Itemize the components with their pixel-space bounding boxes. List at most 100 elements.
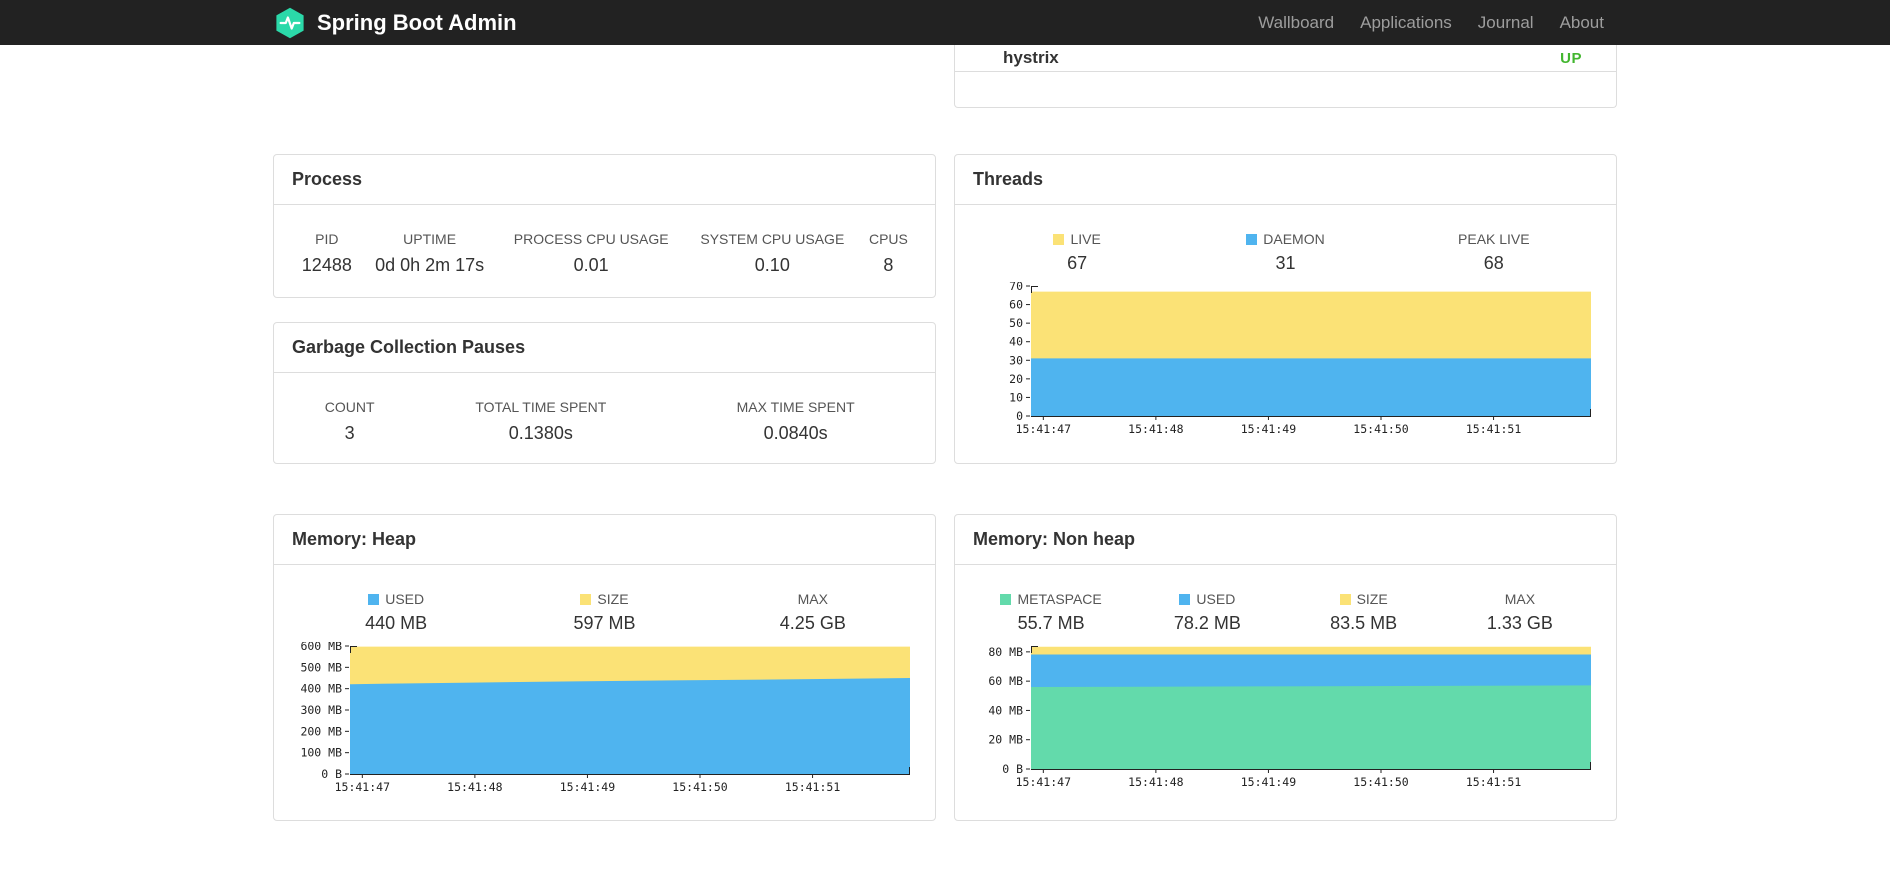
svg-text:15:41:51: 15:41:51 <box>1466 422 1521 436</box>
svg-text:20 MB: 20 MB <box>988 733 1023 747</box>
legend-item: SIZE 83.5 MB <box>1286 591 1442 634</box>
legend-item-header: PEAK LIVE <box>1390 231 1598 247</box>
navbar-container: Spring Boot Admin Wallboard Applications J… <box>258 0 1632 45</box>
health-row-hystrix: hystrix UP <box>955 45 1616 72</box>
metrics-row-right-column: Threads LIVE 67 DAEMON 31 PEAK LIVE 68 70 60 50… <box>954 154 1617 464</box>
legend-value: 83.5 MB <box>1330 613 1398 633</box>
metric-value: 0.10 <box>754 255 790 275</box>
svg-text:15:41:47: 15:41:47 <box>1016 775 1071 789</box>
memory-heap-panel: Memory: Heap USED 440 MB SIZE 597 MB MAX 4.25… <box>273 514 936 821</box>
memory-nonheap-chart: 80 MB 60 MB 40 MB 20 MB 0 B 15:41:47 15:41:48 1… <box>973 642 1598 795</box>
legend-label: MAX <box>797 591 828 607</box>
blue-swatch-icon <box>368 593 380 605</box>
legend-value: 55.7 MB <box>1017 613 1085 633</box>
legend-label: USED <box>1196 591 1236 607</box>
svg-text:30: 30 <box>1009 353 1023 367</box>
legend-item-header: USED <box>292 591 500 607</box>
metric-label: COUNT <box>324 399 375 415</box>
svg-text:80 MB: 80 MB <box>988 645 1023 659</box>
spring-boot-admin-logo-icon <box>276 7 304 38</box>
metrics-table: PID UPTIME PROCESS CPU USAGE SYSTEM CPU USA… <box>292 219 917 278</box>
legend-item-header: DAEMON <box>1181 231 1389 247</box>
legend-value: 78.2 MB <box>1173 613 1241 633</box>
metrics-row-left-column: Process PID UPTIME PROCESS CPU USAGE SYSTEM… <box>273 154 936 464</box>
blue-swatch-icon <box>1246 233 1258 245</box>
svg-text:15:41:48: 15:41:48 <box>1128 775 1183 789</box>
svg-text:60: 60 <box>1009 298 1023 312</box>
svg-text:15:41:47: 15:41:47 <box>1016 422 1071 436</box>
legend-value: 440 MB <box>365 613 428 633</box>
memory-nonheap-panel: Memory: Non heap METASPACE 55.7 MB USED 78.… <box>954 514 1617 821</box>
svg-text:40 MB: 40 MB <box>988 703 1023 717</box>
memory-row-right-column: Memory: Non heap METASPACE 55.7 MB USED 78.… <box>954 514 1617 821</box>
svg-text:40: 40 <box>1009 335 1023 349</box>
metric-label: SYSTEM CPU USAGE <box>700 231 845 247</box>
brand-link[interactable]: Spring Boot Admin <box>273 6 517 40</box>
legend-item-header: LIVE <box>973 231 1181 247</box>
legend-label: SIZE <box>1356 591 1388 607</box>
yellow-swatch-icon <box>580 593 592 605</box>
top-row: hystrix UP <box>273 45 1617 108</box>
metric-value: 0.0840s <box>763 423 828 443</box>
legend-label: METASPACE <box>1017 591 1102 607</box>
svg-text:15:41:48: 15:41:48 <box>447 780 502 794</box>
memory-heap-legend: USED 440 MB SIZE 597 MB MAX 4.25 GB <box>292 579 917 634</box>
svg-text:300 MB: 300 MB <box>300 703 342 717</box>
svg-text:15:41:48: 15:41:48 <box>1128 422 1183 436</box>
memory-row: Memory: Heap USED 440 MB SIZE 597 MB MAX 4.25… <box>273 514 1617 821</box>
health-indicator-name: hystrix <box>1003 48 1059 67</box>
metrics-row: Process PID UPTIME PROCESS CPU USAGE SYSTEM… <box>273 154 1617 464</box>
blue-swatch-icon <box>1179 593 1191 605</box>
legend-value: 31 <box>1275 253 1296 273</box>
svg-text:0 B: 0 B <box>1002 762 1023 776</box>
svg-text:50: 50 <box>1009 316 1023 330</box>
legend-item-header: METASPACE <box>973 591 1129 607</box>
gc-pauses-panel-title: Garbage Collection Pauses <box>274 323 935 373</box>
nav-links: Wallboard Applications Journal About <box>1245 0 1617 45</box>
memory-nonheap-legend: METASPACE 55.7 MB USED 78.2 MB SIZE 83.5 MB MA… <box>973 579 1598 634</box>
nav-item-journal[interactable]: Journal <box>1465 13 1547 33</box>
legend-item-header: USED <box>1129 591 1285 607</box>
health-details-panel: hystrix UP <box>954 45 1617 108</box>
svg-text:400 MB: 400 MB <box>300 682 342 696</box>
process-panel: Process PID UPTIME PROCESS CPU USAGE SYSTEM… <box>273 154 936 298</box>
process-panel-body: PID UPTIME PROCESS CPU USAGE SYSTEM CPU USA… <box>274 205 935 288</box>
threads-chart: 70 60 50 40 30 20 10 0 15:41:47 15:41:48 15:41:49 1… <box>973 282 1598 442</box>
metric-label: PID <box>315 231 339 247</box>
legend-item: METASPACE 55.7 MB <box>973 591 1129 634</box>
memory-heap-area-chart: 600 MB500 MB400 MB300 MB200 MB100 MB0 B1… <box>300 642 910 794</box>
legend-item: SIZE 597 MB <box>500 591 708 634</box>
yellow-swatch-icon <box>1339 593 1351 605</box>
legend-item: LIVE 67 <box>973 231 1181 274</box>
svg-text:15:41:49: 15:41:49 <box>1241 422 1296 436</box>
green-swatch-icon <box>1000 593 1012 605</box>
legend-item-header: MAX <box>709 591 917 607</box>
legend-item: USED 78.2 MB <box>1129 591 1285 634</box>
metric-value: 12488 <box>301 255 352 275</box>
metrics-table: COUNT TOTAL TIME SPENT MAX TIME SPENT 3 0.13… <box>292 387 917 446</box>
legend-value: 68 <box>1483 253 1504 273</box>
yellow-swatch-icon <box>1053 233 1065 245</box>
svg-text:0 B: 0 B <box>321 767 342 781</box>
nav-item-applications[interactable]: Applications <box>1347 13 1465 33</box>
legend-item: MAX 1.33 GB <box>1442 591 1598 634</box>
memory-nonheap-panel-title: Memory: Non heap <box>955 515 1616 565</box>
legend-item: PEAK LIVE 68 <box>1390 231 1598 274</box>
top-row-right: hystrix UP <box>954 45 1617 108</box>
metric-value: 3 <box>344 423 355 443</box>
nav-item-wallboard[interactable]: Wallboard <box>1245 13 1347 33</box>
threads-panel-title: Threads <box>955 155 1616 205</box>
legend-value: 597 MB <box>573 613 636 633</box>
svg-text:100 MB: 100 MB <box>300 746 342 760</box>
svg-text:15:41:51: 15:41:51 <box>1466 775 1521 789</box>
nav-item-about[interactable]: About <box>1547 13 1617 33</box>
memory-heap-panel-body: USED 440 MB SIZE 597 MB MAX 4.25 GB 600 MB 500… <box>274 565 935 810</box>
legend-item: DAEMON 31 <box>1181 231 1389 274</box>
threads-legend: LIVE 67 DAEMON 31 PEAK LIVE 68 <box>973 219 1598 274</box>
svg-text:15:41:49: 15:41:49 <box>560 780 615 794</box>
metric-value: 0.1380s <box>508 423 573 443</box>
svg-text:60 MB: 60 MB <box>988 674 1023 688</box>
svg-text:600 MB: 600 MB <box>300 642 342 653</box>
legend-item: USED 440 MB <box>292 591 500 634</box>
main-content: hystrix UP Process PID UPTIME PROCESS CPU … <box>258 45 1632 821</box>
